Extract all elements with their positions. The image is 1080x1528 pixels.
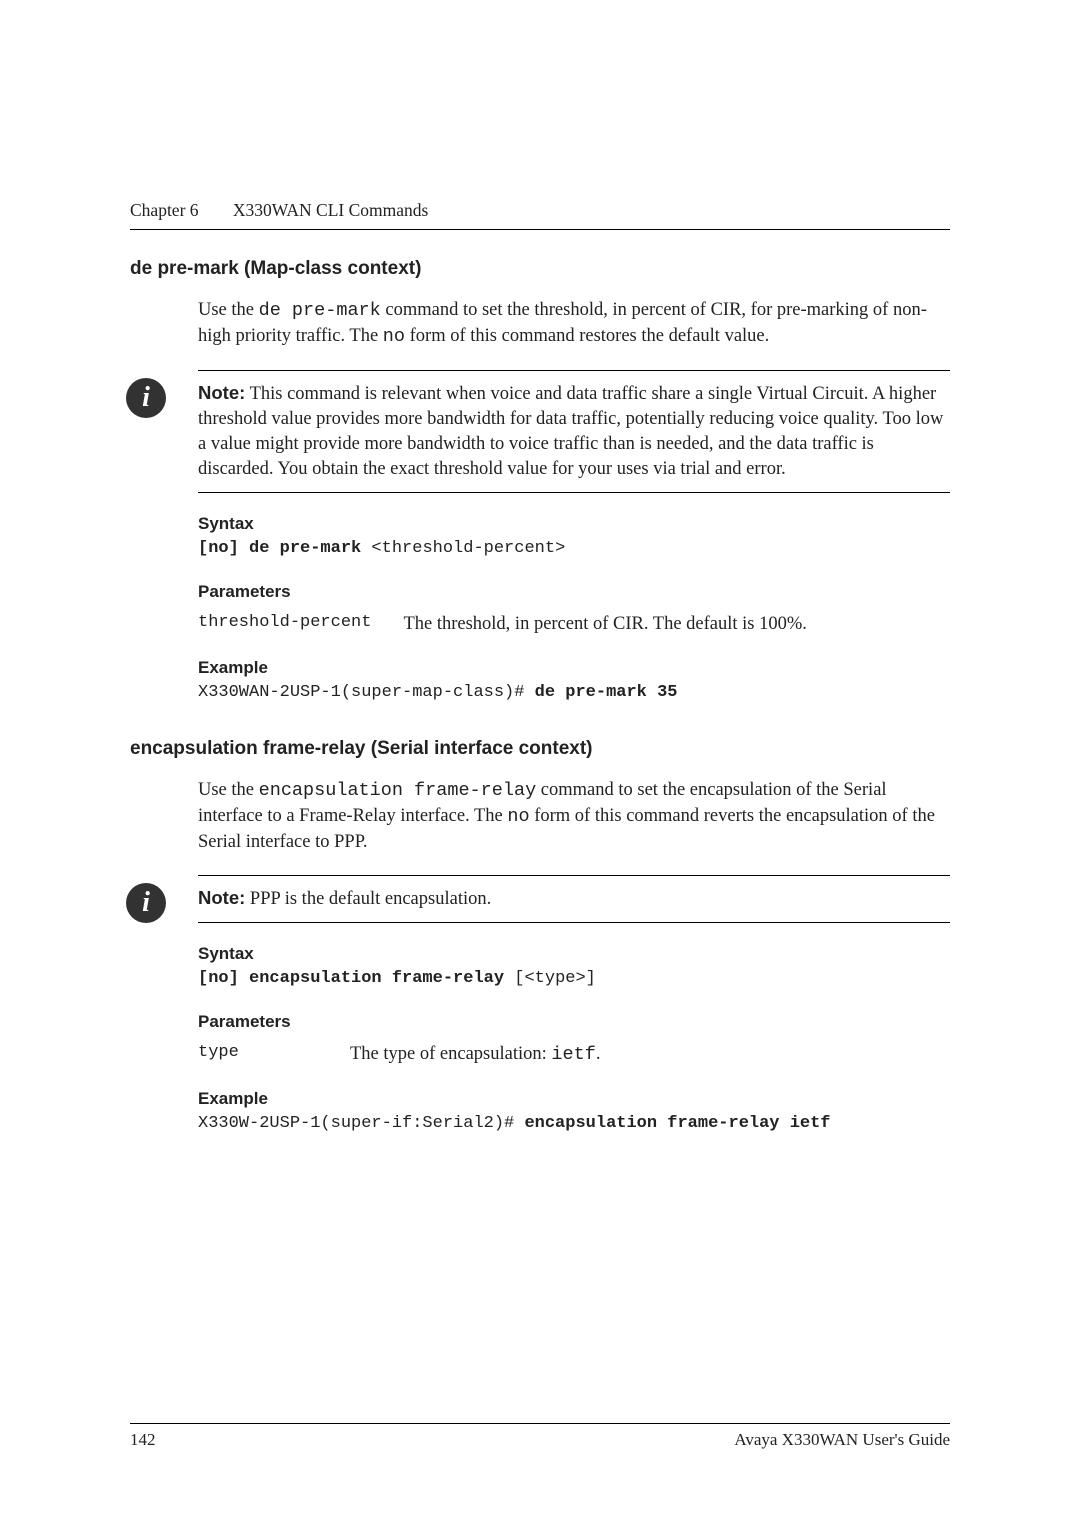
note-rule-top: [198, 875, 950, 876]
example-prefix: X330W-2USP-1(super-if:Serial2)#: [198, 1114, 524, 1133]
parameters-heading: Parameters: [198, 1011, 950, 1034]
param-row: threshold-percent The threshold, in perc…: [198, 612, 950, 637]
info-icon: i: [126, 378, 166, 418]
sec2-title: encapsulation frame-relay (Serial interf…: [130, 738, 950, 760]
inline-cmd: no: [383, 326, 405, 347]
header-rule: [130, 229, 950, 230]
sec1-intro: Use the de pre-mark command to set the t…: [198, 298, 950, 350]
text: form of this command restores the defaul…: [405, 326, 769, 346]
sec1-note: i Note: This command is relevant when vo…: [198, 370, 950, 493]
note-body: PPP is the default encapsulation.: [245, 889, 491, 909]
example-line: X330W-2USP-1(super-if:Serial2)# encapsul…: [198, 1113, 950, 1136]
param-desc: The type of encapsulation: ietf.: [350, 1042, 600, 1068]
param-name: type: [198, 1042, 318, 1068]
inline-mono: ietf: [551, 1044, 595, 1065]
note-rule-top: [198, 370, 950, 371]
sec1-title: de pre-mark (Map-class context): [130, 258, 950, 280]
info-icon: i: [126, 883, 166, 923]
param-row: type The type of encapsulation: ietf.: [198, 1042, 950, 1068]
text: Use the: [198, 300, 259, 320]
syntax-heading: Syntax: [198, 943, 950, 966]
syntax-bold: [no] encapsulation frame-relay: [198, 969, 504, 988]
chapter-number: Chapter 6: [130, 200, 199, 220]
page-footer: 142 Avaya X330WAN User's Guide: [130, 1415, 950, 1450]
example-bold: encapsulation frame-relay ietf: [524, 1114, 830, 1133]
parameters-heading: Parameters: [198, 581, 950, 604]
example-prefix: X330WAN-2USP-1(super-map-class)#: [198, 683, 535, 702]
page-header: Chapter 6 X330WAN CLI Commands: [130, 200, 950, 221]
example-heading: Example: [198, 657, 950, 680]
inline-cmd: de pre-mark: [259, 300, 381, 321]
inline-cmd: no: [507, 806, 529, 827]
param-name: threshold-percent: [198, 612, 371, 637]
sec2-note: i Note: PPP is the default encapsulation…: [198, 875, 950, 923]
guide-title: Avaya X330WAN User's Guide: [734, 1430, 950, 1450]
note-text: Note: This command is relevant when voic…: [198, 381, 950, 482]
note-rule-bottom: [198, 492, 950, 493]
sec2-intro: Use the encapsulation frame-relay comman…: [198, 778, 950, 855]
syntax-heading: Syntax: [198, 513, 950, 536]
example-line: X330WAN-2USP-1(super-map-class)# de pre-…: [198, 682, 950, 705]
text: Use the: [198, 780, 259, 800]
text: .: [596, 1044, 601, 1064]
syntax-rest: [<type>]: [504, 969, 596, 988]
inline-cmd: encapsulation frame-relay: [259, 780, 537, 801]
page-number: 142: [130, 1430, 156, 1450]
footer-rule: [130, 1423, 950, 1424]
param-desc: The threshold, in percent of CIR. The de…: [403, 612, 806, 637]
syntax-bold: [no] de pre-mark: [198, 539, 361, 558]
text: The type of encapsulation:: [350, 1044, 551, 1064]
note-label: Note:: [198, 382, 245, 403]
note-text: Note: PPP is the default encapsulation.: [198, 886, 950, 912]
note-label: Note:: [198, 887, 245, 908]
example-bold: de pre-mark 35: [535, 683, 678, 702]
note-body: This command is relevant when voice and …: [198, 384, 943, 479]
syntax-line: [no] de pre-mark <threshold-percent>: [198, 538, 950, 561]
syntax-rest: <threshold-percent>: [361, 539, 565, 558]
chapter-title: X330WAN CLI Commands: [233, 200, 428, 220]
note-rule-bottom: [198, 922, 950, 923]
example-heading: Example: [198, 1088, 950, 1111]
syntax-line: [no] encapsulation frame-relay [<type>]: [198, 968, 950, 991]
